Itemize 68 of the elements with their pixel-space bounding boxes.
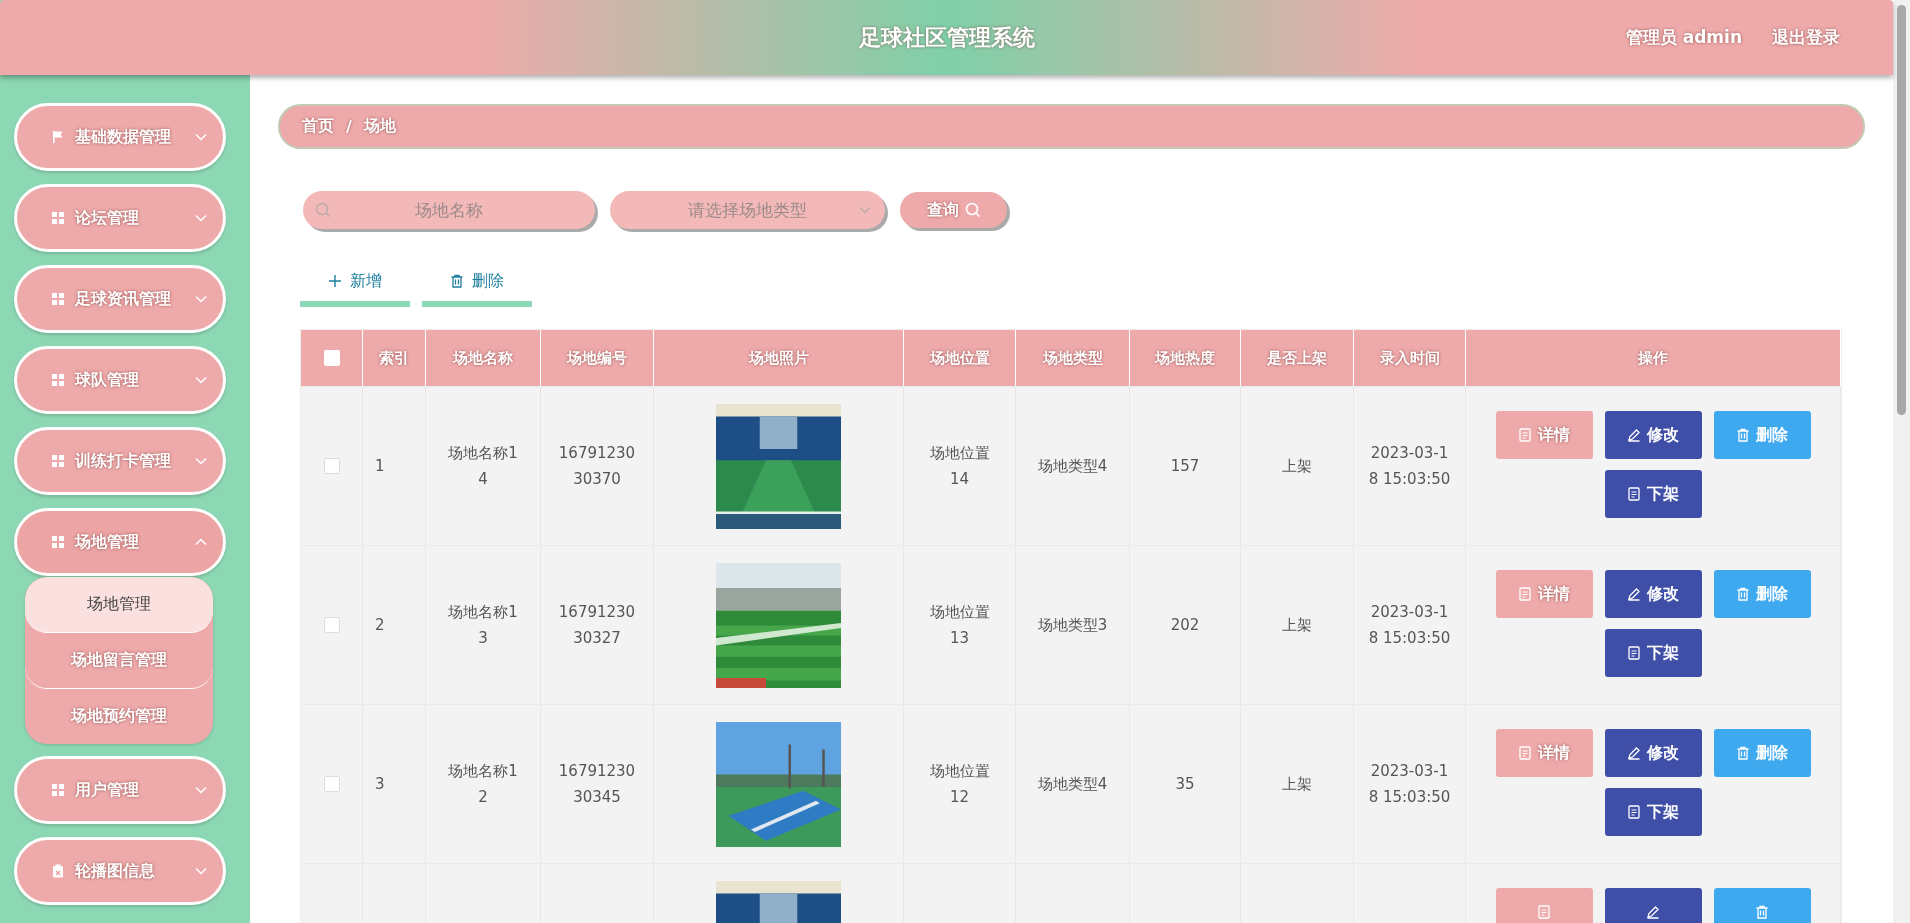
table-cell-text: 场地位置12 (928, 760, 991, 808)
user-label: 管理员 admin (1625, 26, 1742, 49)
submenu-item[interactable]: 场地预约管理 (25, 689, 213, 744)
table-cell-text: 2023-03-18 15:03:50 (1367, 760, 1452, 808)
table-cell-text: 上架 (1282, 614, 1312, 636)
unlist-button[interactable]: 下架 (1604, 629, 1702, 677)
breadcrumb-item[interactable]: 首页 (302, 116, 334, 137)
sidebar-item[interactable]: 训练打卡管理 (14, 427, 226, 495)
table-cell-text: 2 (375, 614, 385, 636)
detail-button[interactable]: 详情 (1495, 411, 1593, 459)
sidebar-item[interactable]: 球队管理 (14, 346, 226, 414)
table-cell-text: 场地类型4 (1037, 455, 1108, 477)
unlist-button[interactable]: 下架 (1604, 470, 1702, 518)
delete-button[interactable]: 删除 (422, 261, 532, 307)
edit-button[interactable]: 修改 (1604, 729, 1702, 777)
table-cell-text: 场地位置14 (928, 442, 991, 490)
breadcrumb-separator: / (346, 117, 352, 136)
app-title: 足球社区管理系统 (858, 23, 1035, 52)
column-header: 场地照片 (654, 330, 904, 386)
edit-button[interactable]: 修改 (1604, 411, 1702, 459)
table-cell-text: 2023-03-18 15:03:50 (1367, 442, 1452, 490)
delete-button[interactable]: 删除 (1713, 570, 1811, 618)
add-button[interactable]: 新增 (300, 261, 410, 307)
submenu-item[interactable]: 场地管理 (25, 577, 213, 633)
sidebar-item[interactable]: 场地管理 (14, 508, 226, 576)
table-cell-text: 场地名称13 (447, 601, 519, 649)
column-header: 索引 (363, 330, 426, 386)
table-cell-text: 场地类型3 (1037, 614, 1108, 636)
table-cell-text: 1679123030345 (557, 760, 637, 808)
table-cell-text: 1679123030370 (557, 442, 637, 490)
table-cell-text: 场地位置13 (928, 601, 991, 649)
table-cell-text: 上架 (1282, 455, 1312, 477)
detail-button[interactable]: 详情 (1495, 729, 1593, 777)
table-cell-text: 202 (1170, 614, 1200, 636)
delete-button[interactable]: 删除 (1713, 411, 1811, 459)
column-header: 录入时间 (1354, 330, 1466, 386)
submenu-item[interactable]: 场地留言管理 (25, 633, 213, 689)
table-cell-text: 35 (1175, 773, 1195, 795)
column-header: 操作 (1466, 330, 1841, 386)
sidebar-item[interactable]: 足球资讯管理 (14, 265, 226, 333)
column-header: 场地位置 (904, 330, 1016, 386)
detail-button[interactable]: 详情 (1495, 570, 1593, 618)
table-cell-text: 2023-03-18 15:03:50 (1367, 601, 1452, 649)
column-header: 是否上架 (1241, 330, 1354, 386)
table-cell-text: 157 (1170, 455, 1200, 477)
table-cell-text: 3 (375, 773, 385, 795)
delete-button[interactable]: 删除 (1713, 729, 1811, 777)
unlist-button[interactable]: 下架 (1604, 788, 1702, 836)
table-cell-text: 上架 (1282, 773, 1312, 795)
column-header: 场地编号 (541, 330, 654, 386)
sidebar-item[interactable]: 用户管理 (14, 756, 226, 824)
column-header: 场地类型 (1016, 330, 1130, 386)
table-cell-text: 1 (375, 455, 385, 477)
edit-button[interactable]: 修改 (1604, 570, 1702, 618)
sidebar-item[interactable]: 轮播图信息 (14, 837, 226, 905)
table-cell-text: 场地名称14 (447, 442, 519, 490)
search-field[interactable]: 场地名称 (303, 191, 595, 229)
sidebar-item[interactable]: 论坛管理 (14, 184, 226, 252)
column-header: 场地热度 (1130, 330, 1241, 386)
table-cell-text: 场地名称12 (447, 760, 519, 808)
column-header: 场地名称 (426, 330, 541, 386)
query-button[interactable]: 查询 (900, 192, 1007, 228)
table-cell-text: 1679123030327 (557, 601, 637, 649)
logout-link[interactable]: 退出登录 (1772, 26, 1840, 49)
sidebar-item[interactable]: 基础数据管理 (14, 103, 226, 171)
breadcrumb-item[interactable]: 场地 (363, 116, 396, 137)
table-cell-text: 场地类型4 (1037, 773, 1108, 795)
type-select[interactable]: 请选择场地类型 (610, 191, 885, 229)
